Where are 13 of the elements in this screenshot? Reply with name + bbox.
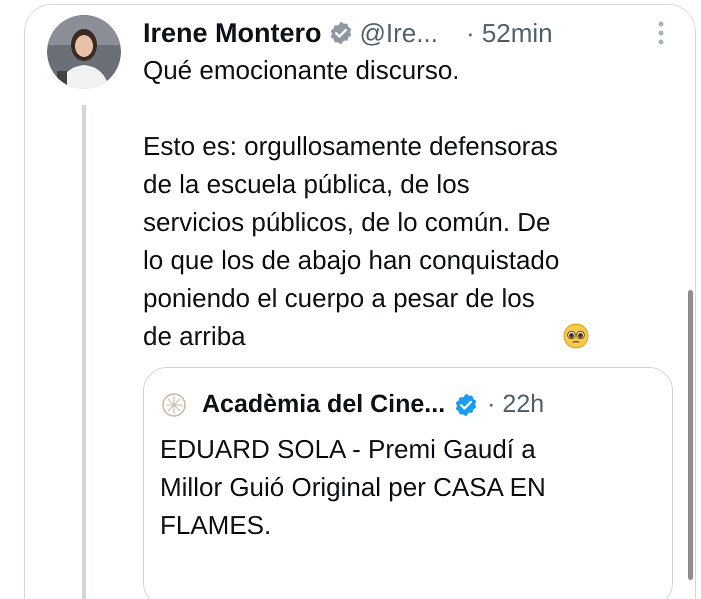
author-handle: @Ire... bbox=[360, 16, 438, 50]
quoted-tweet-card[interactable]: Acadèmia del Cine... · 22h EDUARD SOLA - Premi Gaudí a Millor Guió Original per CASA EN FLAMES. bbox=[143, 367, 673, 599]
author-name[interactable]: Irene Montero bbox=[143, 12, 322, 54]
more-options-icon[interactable] bbox=[657, 20, 665, 46]
scrollbar[interactable] bbox=[688, 290, 693, 580]
pleading-face-icon bbox=[563, 323, 590, 349]
quoted-tweet-text: EDUARD SOLA - Premi Gaudí a Millor Guió Original per CASA EN FLAMES. bbox=[160, 432, 547, 542]
tweet-text: Esto es: orgullosamente defensoras de la escuela pública, de los servicios públicos, de lo común. De lo que los de abajo han conquistado poniendo el cuerpo a pesar de los de arriba bbox=[143, 130, 560, 353]
timestamp: · 52min bbox=[466, 16, 553, 50]
quoted-author-name[interactable]: Acadèmia del Cine... bbox=[202, 386, 446, 424]
quoted-timestamp: · 22h bbox=[487, 389, 544, 420]
academy-logo-icon bbox=[160, 390, 188, 419]
tweet-text: Qué emocionante discurso. bbox=[143, 54, 460, 87]
